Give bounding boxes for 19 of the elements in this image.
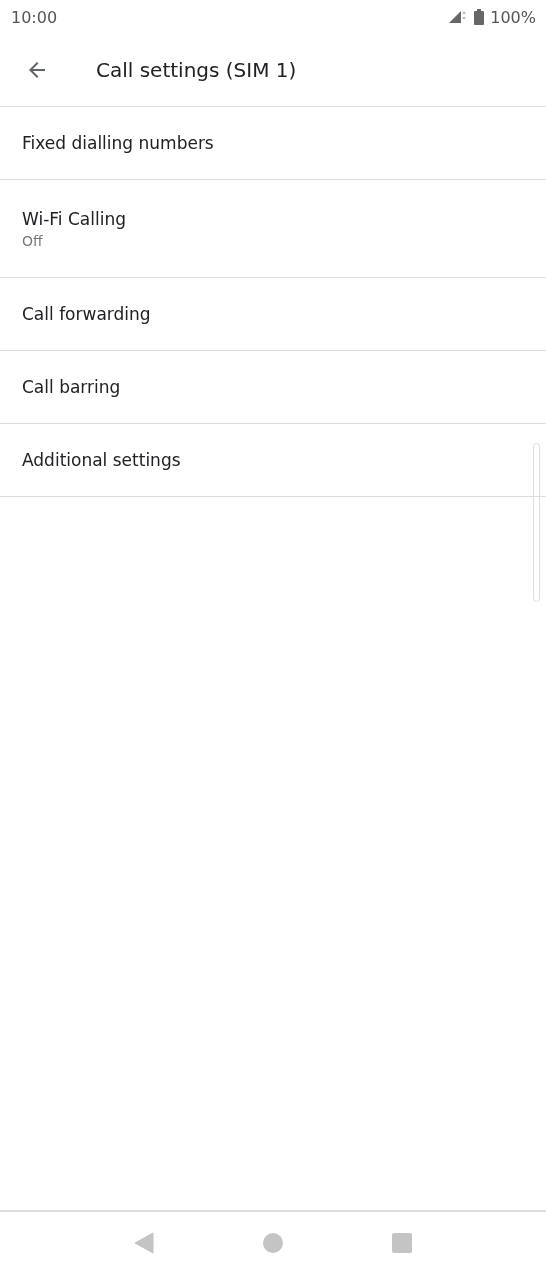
item-title: Wi-Fi Calling [22, 208, 127, 229]
item-title: Call barring [22, 377, 122, 397]
home-icon[interactable] [263, 1233, 283, 1253]
battery-icon [474, 9, 485, 25]
settings-item[interactable]: Fixed dialling numbers [0, 107, 546, 180]
settings-item[interactable]: Call barring [0, 351, 546, 424]
item-summary: Off [22, 232, 44, 249]
item-title: Additional settings [22, 450, 182, 470]
battery-percentage: 100% [490, 7, 536, 27]
settings-item[interactable]: Call forwarding [0, 278, 546, 351]
status-time: 10:00 [11, 7, 58, 27]
recents-icon[interactable] [391, 1233, 412, 1253]
back-icon[interactable] [134, 1232, 155, 1254]
settings-item[interactable]: Additional settings [0, 424, 546, 497]
screen-title: Call settings (SIM 1) [96, 58, 297, 82]
item-title: Call forwarding [22, 304, 152, 324]
signal-icon [448, 10, 469, 24]
settings-item[interactable]: Wi-Fi Calling Off [0, 180, 546, 278]
item-title: Fixed dialling numbers [22, 133, 215, 153]
